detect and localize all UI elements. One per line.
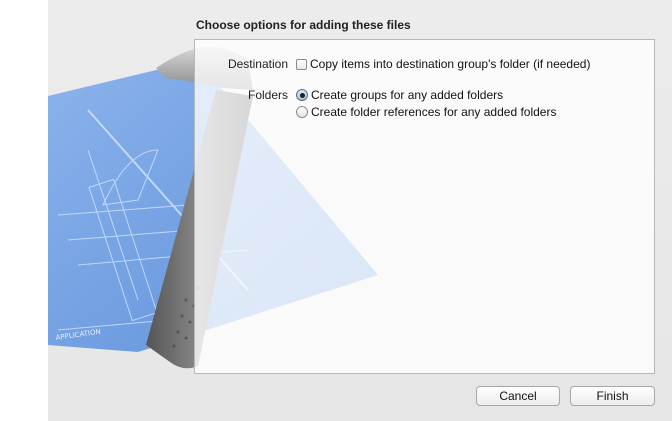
create-groups-label: Create groups for any added folders bbox=[311, 88, 504, 102]
create-folder-references-label: Create folder references for any added f… bbox=[311, 105, 557, 119]
dialog-title: Choose options for adding these files bbox=[196, 18, 411, 32]
copy-items-checkbox-row[interactable]: Copy items into destination group's fold… bbox=[296, 57, 590, 71]
create-folder-references-radio[interactable] bbox=[296, 106, 308, 118]
copy-items-label: Copy items into destination group's fold… bbox=[310, 57, 591, 71]
create-groups-radio[interactable] bbox=[296, 89, 308, 101]
add-files-sheet: APPLICATION Choose options for adding th… bbox=[48, 0, 672, 421]
cancel-button[interactable]: Cancel bbox=[476, 386, 560, 406]
finish-button[interactable]: Finish bbox=[570, 386, 655, 406]
create-groups-radio-row[interactable]: Create groups for any added folders bbox=[296, 88, 503, 102]
radio-selected-dot bbox=[299, 92, 305, 98]
create-folder-references-radio-row[interactable]: Create folder references for any added f… bbox=[296, 105, 556, 119]
folders-label: Folders bbox=[247, 88, 288, 102]
copy-items-checkbox[interactable] bbox=[296, 58, 307, 70]
destination-label: Destination bbox=[227, 57, 288, 71]
